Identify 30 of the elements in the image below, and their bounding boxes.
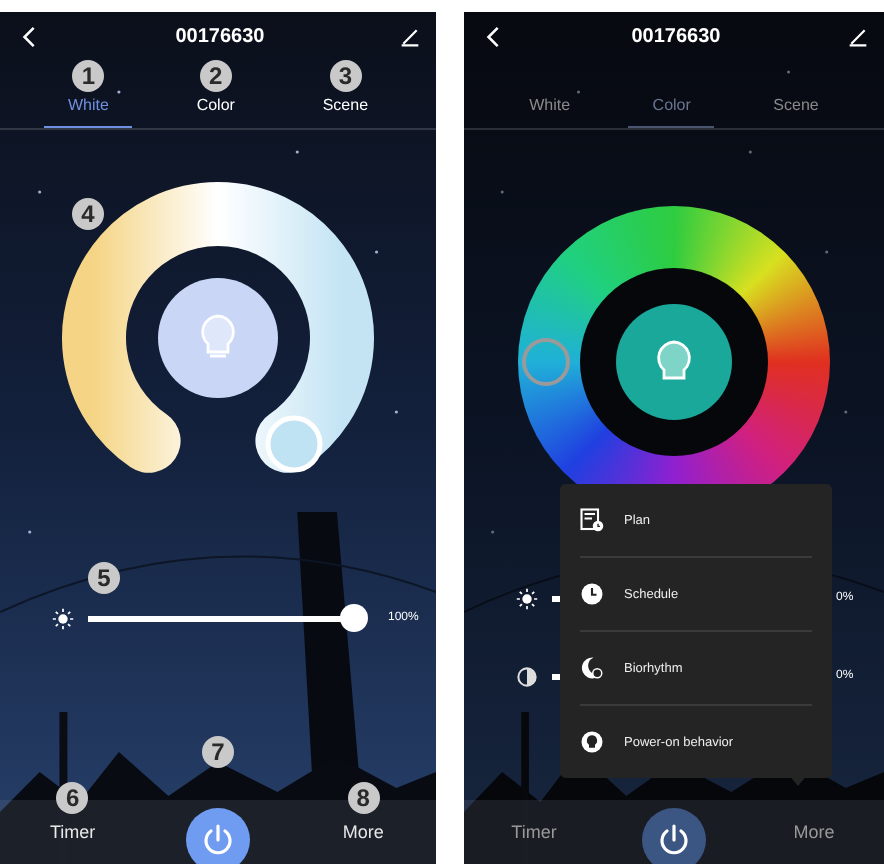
back-icon[interactable]	[484, 25, 504, 47]
bulb-icon	[580, 730, 604, 754]
device-title: 00176630	[631, 25, 721, 47]
edit-icon[interactable]	[848, 25, 868, 47]
timer-button[interactable]: Timer	[49, 822, 96, 842]
temperature-arc[interactable]	[62, 182, 374, 473]
bulb-button[interactable]	[158, 278, 278, 398]
more-button[interactable]: More	[793, 822, 835, 842]
power-icon	[656, 822, 692, 858]
tab[interactable]: Scene	[749, 96, 843, 128]
edit-icon[interactable]	[400, 25, 420, 47]
color-handle[interactable]	[522, 338, 570, 386]
sun-icon	[52, 607, 74, 629]
device-title: 00176630	[175, 25, 265, 47]
timer-button[interactable]: Timer	[511, 822, 557, 842]
back-icon[interactable]	[20, 25, 40, 47]
calendar-clock-icon	[580, 508, 604, 532]
tab[interactable]: Color	[628, 96, 715, 128]
slider[interactable]	[88, 604, 368, 632]
sun-icon	[516, 587, 538, 609]
tab[interactable]: Color	[172, 96, 259, 128]
more-button[interactable]: More	[342, 822, 384, 842]
power-icon	[199, 822, 236, 858]
moon-clock-icon	[580, 656, 604, 680]
tab[interactable]: White	[43, 96, 133, 128]
contrast-icon	[516, 665, 538, 687]
clock-icon	[580, 582, 604, 606]
tab[interactable]: Scene	[298, 96, 393, 128]
tab[interactable]: White	[505, 96, 595, 128]
bulb-icon	[654, 340, 694, 384]
